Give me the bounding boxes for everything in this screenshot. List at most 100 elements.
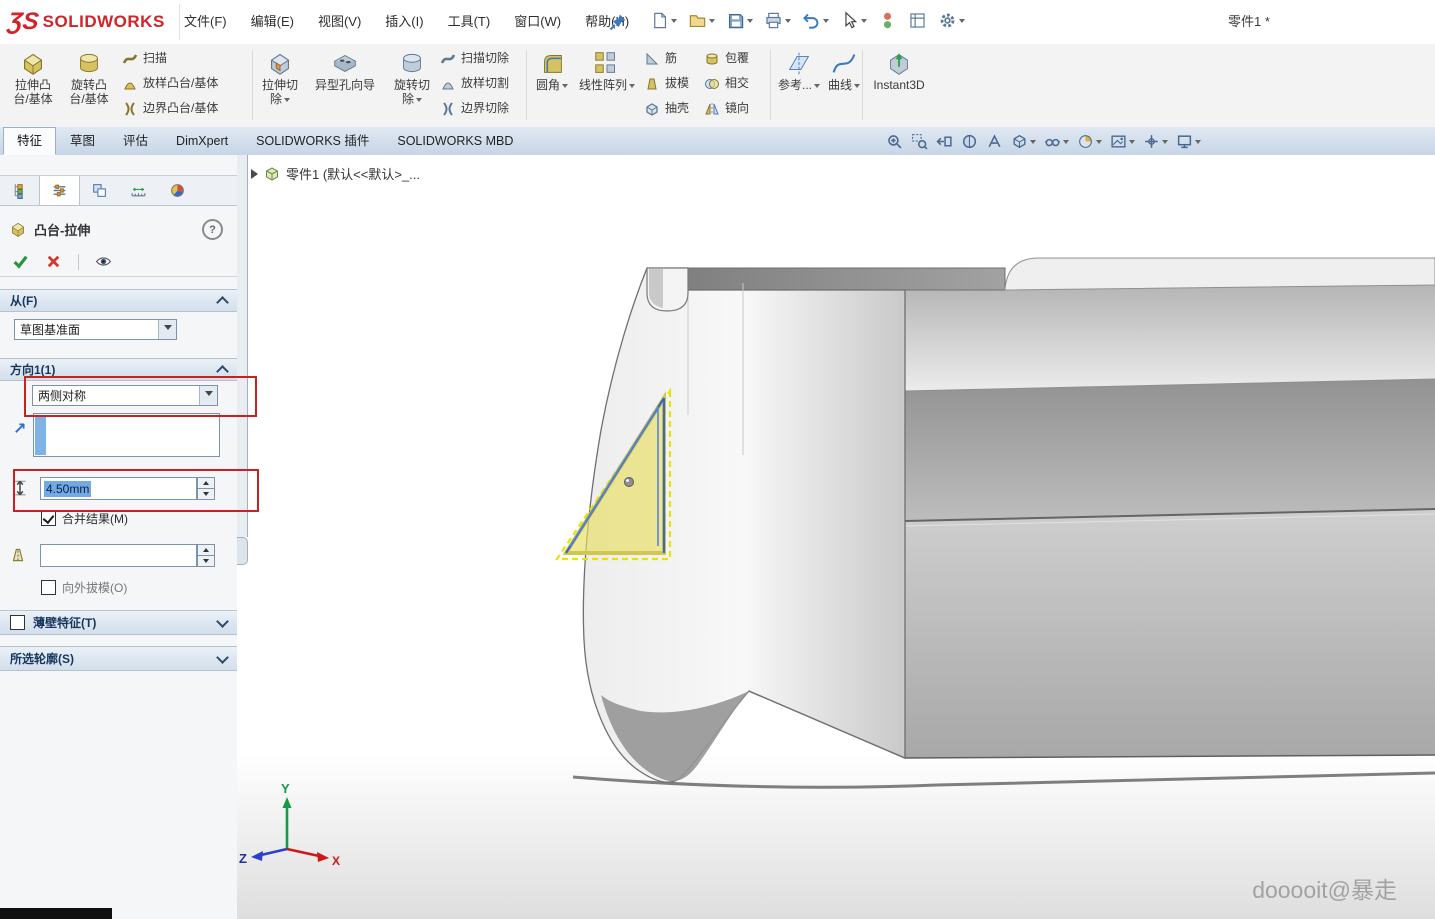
mirror-icon: [704, 101, 720, 117]
shell-button[interactable]: 抽壳: [642, 96, 698, 121]
thin-feature-checkbox[interactable]: [10, 615, 25, 630]
wrap-button[interactable]: 包覆: [702, 46, 766, 71]
cancel-button[interactable]: [45, 253, 62, 270]
rib-icon: [644, 51, 660, 67]
help-button[interactable]: ?: [202, 219, 223, 240]
menu-tools[interactable]: 工具(T): [436, 0, 503, 44]
splitter-handle[interactable]: [237, 537, 248, 565]
menu-view[interactable]: 视图(V): [306, 0, 373, 44]
apply-scene-icon[interactable]: [1110, 133, 1135, 150]
linear-pattern-button[interactable]: 线性阵列: [576, 48, 638, 122]
depth-spinner[interactable]: [197, 477, 215, 500]
print-button[interactable]: [762, 9, 793, 32]
mirror-button[interactable]: 镜向: [702, 96, 766, 121]
intersect-button[interactable]: 相交: [702, 71, 766, 96]
spinner-up-icon[interactable]: [197, 544, 215, 556]
dropdown-arrow[interactable]: [199, 386, 217, 405]
draft-angle-input[interactable]: [40, 544, 197, 567]
new-document-button[interactable]: [648, 9, 679, 32]
lofted-cut-button[interactable]: 放样切割: [438, 71, 524, 96]
linear-pattern-icon: [591, 48, 623, 78]
save-button[interactable]: [724, 9, 755, 32]
extruded-cut-button[interactable]: 拉伸切 除: [256, 48, 304, 122]
configurationmanager-tab[interactable]: [80, 176, 119, 205]
previous-view-icon[interactable]: [936, 133, 953, 150]
file-properties-button[interactable]: [906, 9, 929, 32]
propertymanager-tab[interactable]: [39, 176, 80, 205]
options-button[interactable]: [936, 9, 967, 32]
divider: [78, 254, 79, 270]
open-button[interactable]: [686, 9, 717, 32]
hole-wizard-button[interactable]: 异型孔向导: [306, 48, 384, 122]
instant3d-button[interactable]: Instant3D: [868, 48, 930, 122]
boundary-cut-button[interactable]: 边界切除: [438, 96, 524, 121]
revolved-cut-button[interactable]: 旋转切 除: [388, 48, 436, 122]
section-thin-feature[interactable]: 薄壁特征(T): [0, 610, 237, 635]
spinner-down-icon[interactable]: [197, 489, 215, 500]
boundary-boss-button[interactable]: 边界凸台/基体: [120, 96, 250, 121]
chevron-down-icon: [814, 84, 820, 91]
tab-solidworks-addins[interactable]: SOLIDWORKS 插件: [242, 127, 383, 155]
rib-button[interactable]: 筋: [642, 46, 698, 71]
spinner-down-icon[interactable]: [197, 556, 215, 567]
dropdown-arrow[interactable]: [158, 320, 176, 339]
section-from[interactable]: 从(F): [0, 289, 237, 312]
reference-geometry-button[interactable]: 参考...: [775, 48, 823, 122]
end-condition-select[interactable]: 两侧对称: [32, 385, 218, 406]
draft-angle-spinner[interactable]: [197, 544, 215, 567]
select-button[interactable]: [838, 9, 869, 32]
feature-tree-flyout[interactable]: 零件1 (默认<<默认>_...: [251, 164, 420, 183]
merge-result-checkbox[interactable]: [41, 511, 56, 526]
lofted-boss-button[interactable]: 放样凸台/基体: [120, 71, 250, 96]
menu-edit[interactable]: 编辑(E): [239, 0, 306, 44]
swept-boss-button[interactable]: 扫描: [120, 46, 250, 71]
view-settings-monitor-icon[interactable]: [1176, 133, 1201, 150]
extrude-boss-button[interactable]: 拉伸凸 台/基体: [6, 48, 60, 122]
curves-button[interactable]: 曲线: [824, 48, 864, 122]
undo-button[interactable]: [800, 9, 831, 32]
flyout-arrow-icon[interactable]: [251, 169, 258, 179]
chevron-up-icon: [216, 296, 229, 309]
extrude-boss-icon: [17, 48, 49, 78]
tab-evaluate[interactable]: 评估: [109, 127, 162, 155]
featuremanager-tree-tab[interactable]: [0, 176, 39, 205]
view-orientation-icon[interactable]: [1143, 133, 1168, 150]
draft-button[interactable]: 拔模: [642, 71, 698, 96]
menu-insert[interactable]: 插入(I): [373, 0, 435, 44]
tab-dimxpert[interactable]: DimXpert: [162, 127, 242, 155]
reverse-direction-arrow-icon[interactable]: ↗: [13, 419, 26, 439]
edit-appearance-icon[interactable]: [1077, 133, 1102, 150]
section-selected-contours[interactable]: 所选轮廓(S): [0, 646, 237, 671]
rebuild-button[interactable]: [876, 9, 899, 32]
from-plane-select[interactable]: 草图基准面: [14, 319, 177, 340]
fillet-button[interactable]: 圆角: [531, 48, 573, 122]
menu-file[interactable]: 文件(F): [172, 0, 239, 44]
section-view-icon[interactable]: [961, 133, 978, 150]
graphics-area[interactable]: Y Z X 零件1 (默认<<默认>_... dooooit@暴走: [237, 155, 1435, 919]
ok-button[interactable]: [12, 253, 29, 270]
displaymanager-tab[interactable]: [158, 176, 197, 205]
tab-sketch[interactable]: 草图: [56, 127, 109, 155]
preview-eye-button[interactable]: [95, 253, 112, 270]
menu-pin-icon[interactable]: [608, 12, 628, 32]
swept-cut-button[interactable]: 扫描切除: [438, 46, 524, 71]
draft-outward-checkbox-row[interactable]: 向外拔模(O): [41, 579, 127, 596]
tab-features[interactable]: 特征: [3, 127, 56, 155]
revolve-boss-button[interactable]: 旋转凸 台/基体: [62, 48, 116, 122]
zoom-fit-icon[interactable]: [886, 133, 903, 150]
direction-reference-box[interactable]: [33, 413, 220, 457]
spinner-up-icon[interactable]: [197, 477, 215, 489]
zoom-area-icon[interactable]: [911, 133, 928, 150]
panel-splitter[interactable]: [237, 155, 248, 537]
draft-outward-checkbox[interactable]: [41, 580, 56, 595]
hide-show-items-icon[interactable]: [1044, 133, 1069, 150]
section-direction1[interactable]: 方向1(1): [0, 358, 237, 381]
model-top-band: [688, 268, 1005, 290]
dimxpertmanager-tab[interactable]: [119, 176, 158, 205]
menu-window[interactable]: 窗口(W): [502, 0, 573, 44]
annotation-view-icon[interactable]: [986, 133, 1003, 150]
merge-result-checkbox-row[interactable]: 合并结果(M): [41, 510, 128, 527]
depth-input[interactable]: 4.50mm: [40, 477, 197, 500]
tab-solidworks-mbd[interactable]: SOLIDWORKS MBD: [383, 127, 527, 155]
display-style-icon[interactable]: [1011, 133, 1036, 150]
